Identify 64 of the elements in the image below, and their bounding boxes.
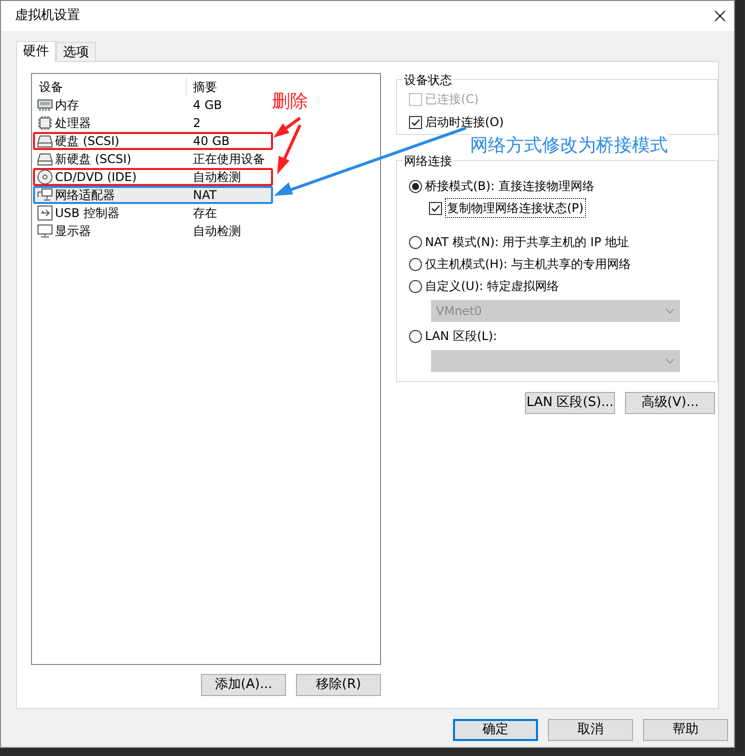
- usb-icon: [37, 205, 53, 221]
- device-name: 处理器: [55, 115, 91, 132]
- device-row[interactable]: CD/DVD (IDE) 自动检测: [33, 168, 273, 186]
- annotation-label: 删除: [272, 90, 308, 114]
- dialog-button[interactable]: LAN 区段(S)...: [525, 392, 615, 414]
- dialog-button[interactable]: 帮助: [643, 719, 728, 741]
- device-row[interactable]: 硬盘 (SCSI) 40 GB: [33, 132, 273, 150]
- device-row[interactable]: 处理器 2: [33, 114, 273, 132]
- chip-icon: [37, 115, 53, 131]
- device-name: USB 控制器: [55, 205, 120, 222]
- tab[interactable]: 选项: [56, 42, 96, 61]
- device-row[interactable]: 网络适配器 NAT: [33, 186, 273, 204]
- device-row[interactable]: 内存 4 GB: [33, 96, 273, 114]
- device-name: 硬盘 (SCSI): [55, 133, 120, 150]
- column-header: 设备: [35, 78, 187, 96]
- disc-icon: [37, 169, 53, 185]
- dialog-button[interactable]: 移除(R): [296, 674, 381, 696]
- checkbox-label: 已连接(C): [425, 91, 479, 108]
- tab[interactable]: 硬件: [16, 41, 56, 62]
- radio-button[interactable]: [409, 236, 422, 248]
- checkbox-label: 复制物理网络连接状态(P): [445, 198, 586, 218]
- device-name: 显示器: [55, 223, 91, 240]
- device-name: 内存: [55, 97, 79, 114]
- group-title: 设备状态: [403, 71, 453, 89]
- device-summary: 4 GB: [192, 97, 222, 114]
- device-name: CD/DVD (IDE): [55, 169, 137, 186]
- radio-button[interactable]: [409, 258, 422, 270]
- close-icon[interactable]: [714, 10, 726, 22]
- monitor-icon: [37, 223, 53, 239]
- device-name: 新硬盘 (SCSI): [55, 151, 132, 168]
- radio-label: NAT 模式(N): 用于共享主机的 IP 地址: [425, 234, 629, 251]
- checkbox[interactable]: [429, 202, 442, 214]
- column-header: 摘要: [192, 79, 217, 96]
- chevron-icon: [665, 358, 675, 364]
- dialog-button[interactable]: 确定: [453, 719, 538, 741]
- radio-label: LAN 区段(L):: [425, 328, 498, 345]
- device-summary: 40 GB: [192, 133, 230, 150]
- device-summary: 存在: [192, 205, 217, 222]
- device-summary: 自动检测: [192, 169, 241, 186]
- radio-button[interactable]: [409, 280, 422, 292]
- dialog-button[interactable]: 取消: [548, 719, 633, 741]
- device-row[interactable]: 新硬盘 (SCSI) 正在使用设备: [33, 150, 273, 168]
- device-summary: NAT: [192, 187, 217, 204]
- dialog-button[interactable]: 高级(V)...: [625, 392, 715, 414]
- memory-icon: [37, 98, 53, 112]
- radio-label: 仅主机模式(H): 与主机共享的专用网络: [425, 256, 632, 273]
- device-summary: 正在使用设备: [192, 151, 265, 168]
- device-summary: 自动检测: [192, 223, 241, 240]
- device-row[interactable]: 显示器 自动检测: [33, 222, 273, 240]
- dropdown-value: VMnet0: [436, 303, 482, 320]
- checkbox-label: 启动时连接(O): [425, 114, 504, 131]
- radio-label: 桥接模式(B): 直接连接物理网络: [425, 178, 594, 195]
- radio-button[interactable]: [409, 180, 422, 192]
- device-row[interactable]: USB 控制器 存在: [33, 204, 273, 222]
- device-name: 网络适配器: [55, 187, 115, 204]
- checkbox[interactable]: [409, 116, 422, 128]
- device-summary: 2: [192, 115, 201, 132]
- radio-button[interactable]: [409, 330, 422, 342]
- group-title: 网络连接: [403, 152, 453, 170]
- radio-label: 自定义(U): 特定虚拟网络: [425, 278, 560, 295]
- window-title: 虚拟机设置: [15, 7, 80, 26]
- chevron-icon: [665, 308, 675, 314]
- network-icon: [37, 188, 53, 202]
- dialog-button[interactable]: 添加(A)...: [201, 674, 286, 696]
